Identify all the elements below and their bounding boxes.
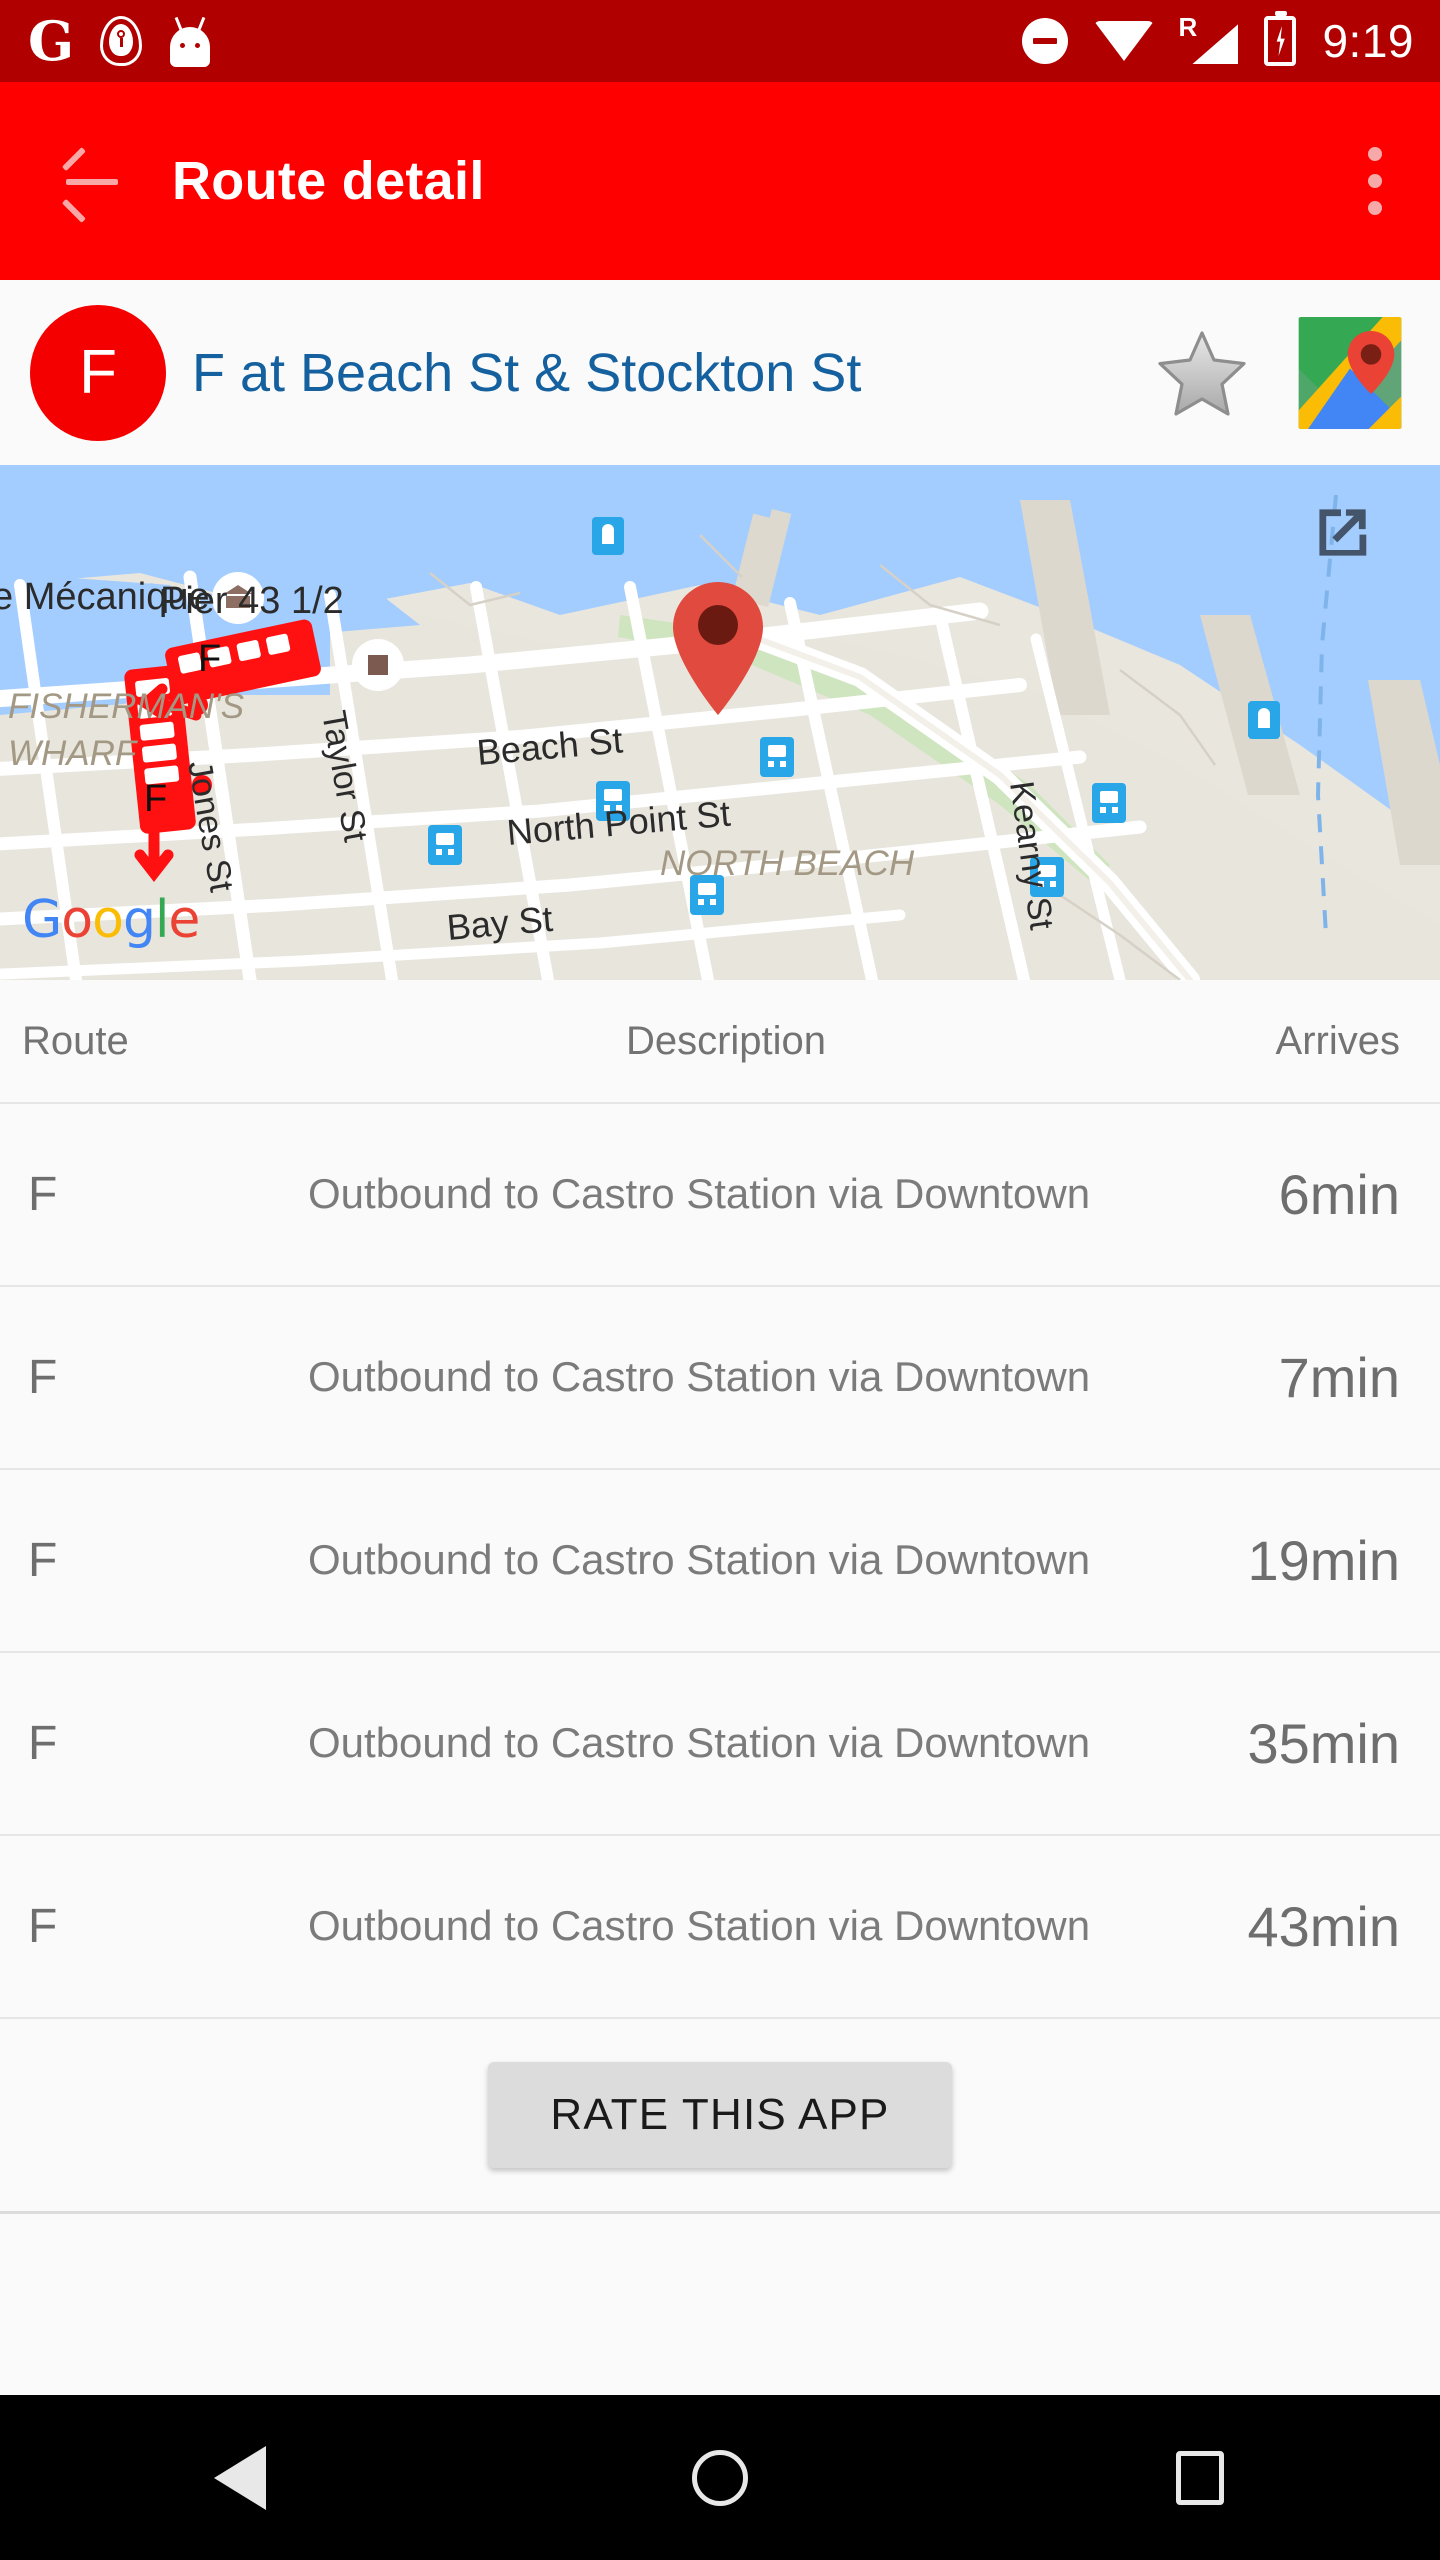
open-external-icon[interactable] — [1304, 497, 1378, 571]
nav-home-button[interactable] — [635, 2395, 805, 2560]
cell-description: Outbound to Castro Station via Downtown — [308, 1536, 1091, 1584]
status-bar-right-icons: R 9:19 — [1022, 11, 1414, 67]
wifi-icon — [1094, 21, 1155, 61]
android-navigation-bar — [0, 2395, 1440, 2560]
roaming-label: R — [1178, 12, 1198, 42]
cell-route: F — [28, 1168, 58, 1221]
stop-name: F at Beach St & Stockton St — [192, 342, 862, 403]
cell-arrives: 6min — [1278, 1163, 1400, 1226]
table-row[interactable]: F Outbound to Castro Station via Downtow… — [0, 1651, 1440, 1834]
cell-arrives: 43min — [1247, 1895, 1400, 1958]
back-triangle-icon — [214, 2445, 266, 2510]
google-maps-icon[interactable] — [1298, 316, 1402, 429]
cellular-signal-roaming-icon: R — [1178, 12, 1239, 66]
home-circle-icon — [692, 2449, 748, 2506]
table-row[interactable]: F Outbound to Castro Station via Downtow… — [0, 1468, 1440, 1651]
svg-text:F: F — [144, 778, 167, 820]
route-badge-label: F — [79, 337, 117, 407]
map-poi-pier-icon — [352, 639, 404, 691]
svg-text:NORTH BEACH: NORTH BEACH — [660, 844, 915, 883]
google-g-icon: G — [28, 9, 75, 73]
svg-text:F: F — [198, 638, 221, 680]
nav-recents-button[interactable] — [1115, 2395, 1285, 2560]
status-bar: G R 9:19 — [0, 0, 1440, 82]
cell-arrives: 19min — [1247, 1529, 1400, 1592]
rate-app-section: RATE THIS APP — [0, 2017, 1440, 2211]
google-attribution: Google — [22, 890, 200, 950]
cell-description: Outbound to Castro Station via Downtown — [308, 1353, 1091, 1401]
map-preview[interactable]: F F e Mécanique Pier 43 1/2 FISHERMAN'S … — [0, 465, 1440, 980]
android-head-icon — [168, 16, 212, 67]
cell-arrives: 35min — [1247, 1712, 1400, 1775]
cell-route: F — [28, 1351, 58, 1404]
departures-header-row: Route Description Arrives — [0, 980, 1440, 1102]
route-detail-screen: G R 9:19 Route detail F F at Beach St & … — [0, 0, 1440, 2560]
departures-table: Route Description Arrives F Outbound to … — [0, 980, 1440, 2414]
shield-vpn-icon — [100, 16, 143, 66]
map-canvas: F F e Mécanique Pier 43 1/2 FISHERMAN'S … — [0, 465, 1440, 980]
page-title: Route detail — [172, 151, 485, 211]
cell-route: F — [28, 1534, 58, 1587]
svg-text:Pier 43 1/2: Pier 43 1/2 — [160, 580, 344, 622]
status-bar-clock: 9:19 — [1322, 15, 1414, 67]
cell-description: Outbound to Castro Station via Downtown — [308, 1719, 1091, 1767]
table-row[interactable]: F Outbound to Castro Station via Downtow… — [0, 1102, 1440, 1285]
empty-footer-area — [0, 2211, 1440, 2414]
table-row[interactable]: F Outbound to Castro Station via Downtow… — [0, 1285, 1440, 1468]
cell-route: F — [28, 1900, 58, 1953]
recents-square-icon — [1176, 2450, 1224, 2505]
svg-text:WHARF: WHARF — [8, 734, 139, 773]
back-arrow-icon[interactable] — [61, 147, 120, 223]
cell-description: Outbound to Castro Station via Downtown — [308, 1902, 1091, 1950]
do-not-disturb-icon — [1022, 18, 1069, 64]
battery-charging-icon — [1264, 11, 1297, 66]
cell-route: F — [28, 1717, 58, 1770]
rate-this-app-button[interactable]: RATE THIS APP — [488, 2062, 952, 2168]
cell-description: Outbound to Castro Station via Downtown — [308, 1170, 1091, 1218]
svg-text:FISHERMAN'S: FISHERMAN'S — [8, 687, 244, 726]
overflow-menu-icon[interactable] — [1344, 129, 1406, 233]
status-bar-left-icons: G — [28, 14, 212, 68]
column-header-route: Route — [22, 1018, 129, 1063]
route-badge: F — [30, 304, 166, 441]
column-header-description: Description — [625, 1018, 827, 1063]
app-bar: Route detail — [0, 82, 1440, 280]
stop-header: F F at Beach St & Stockton St — [0, 280, 1440, 465]
stop-header-actions — [1154, 316, 1402, 429]
table-row[interactable]: F Outbound to Castro Station via Downtow… — [0, 1834, 1440, 2017]
nav-back-button[interactable] — [155, 2395, 325, 2560]
cell-arrives: 7min — [1278, 1346, 1400, 1409]
favorite-star-icon[interactable] — [1154, 325, 1250, 421]
column-header-arrives: Arrives — [1275, 1018, 1400, 1063]
